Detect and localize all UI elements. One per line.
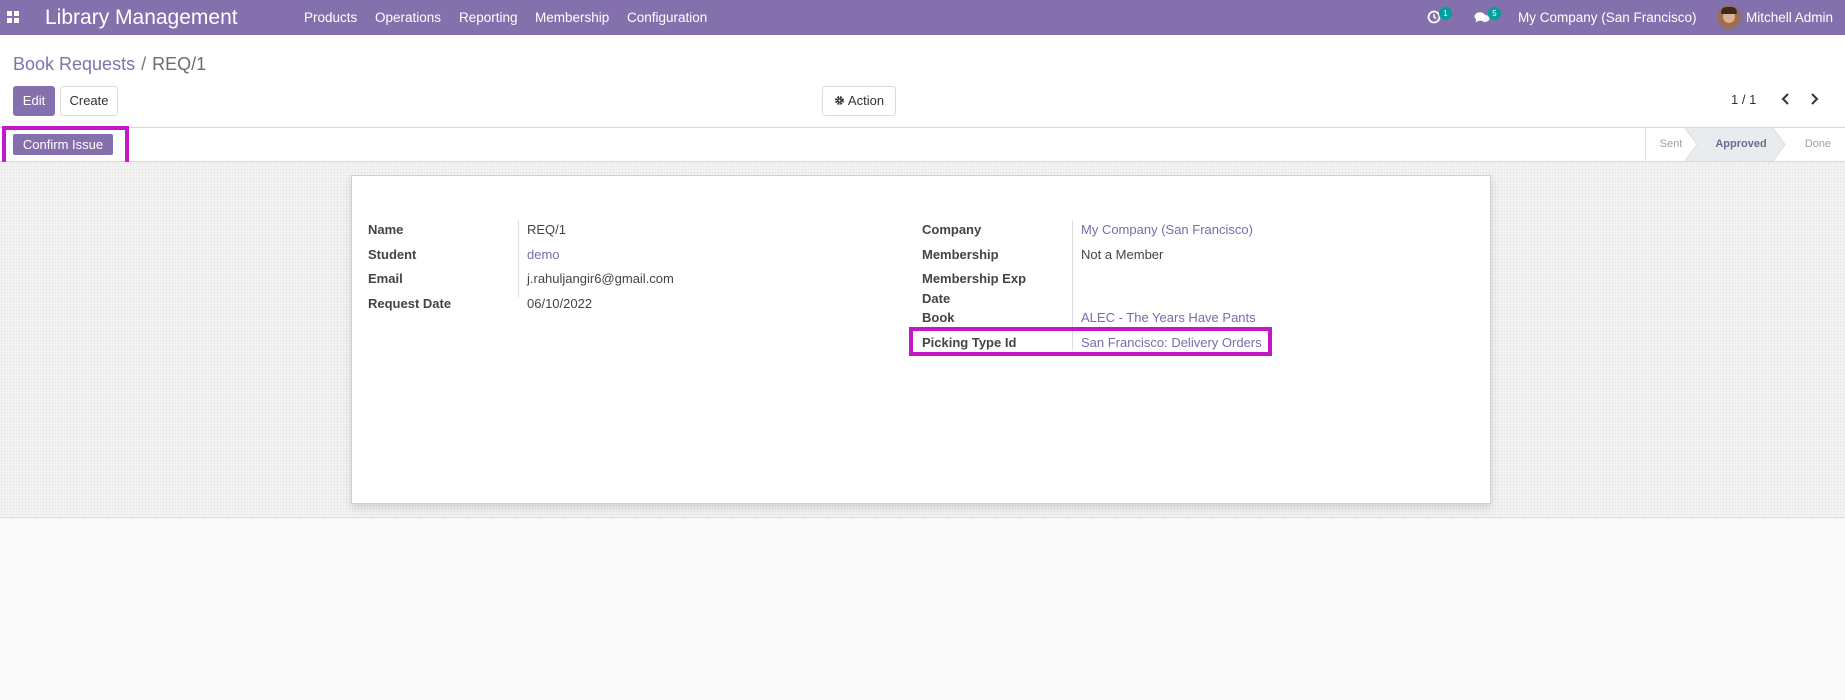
messages-button[interactable]: 5 [1474, 7, 1504, 27]
chevron-left-icon[interactable] [1778, 90, 1794, 108]
company-link[interactable]: My Company (San Francisco) [1081, 222, 1253, 237]
form-statusbar: Confirm Issue Sent Approved Done [0, 127, 1845, 162]
name-label: Name [368, 222, 404, 237]
company-switcher[interactable]: My Company (San Francisco) [1518, 10, 1697, 25]
book-link[interactable]: ALEC - The Years Have Pants [1081, 310, 1256, 325]
breadcrumb: Book Requests / REQ/1 [13, 54, 206, 75]
request-date-value: 06/10/2022 [527, 296, 593, 311]
membership-label: Membership [922, 247, 999, 262]
activity-button[interactable]: 1 [1426, 7, 1456, 27]
breadcrumb-separator: / [141, 54, 147, 74]
membership-exp-label-line1: Membership Exp [922, 271, 1027, 286]
breadcrumb-current: REQ/1 [152, 54, 207, 74]
activity-count-badge: 1 [1439, 7, 1452, 20]
picking-type-highlight-box [909, 327, 1272, 356]
student-link[interactable]: demo [527, 247, 560, 262]
stage-approved[interactable]: Approved [1697, 128, 1785, 161]
menu-membership[interactable]: Membership [535, 10, 609, 25]
student-label: Student [368, 247, 417, 262]
user-menu[interactable]: Mitchell Admin [1746, 10, 1833, 25]
request-date-label: Request Date [368, 296, 452, 311]
breadcrumb-book-requests[interactable]: Book Requests [13, 54, 135, 74]
chevron-right-icon[interactable] [1806, 90, 1822, 108]
apps-menu-icon[interactable] [7, 11, 19, 23]
company-label: Company [922, 222, 982, 237]
left-group-divider [518, 220, 519, 297]
message-count-badge: 5 [1488, 7, 1501, 20]
menu-products[interactable]: Products [304, 10, 357, 25]
menu-reporting[interactable]: Reporting [459, 10, 518, 25]
gear-icon [835, 96, 844, 105]
name-value: REQ/1 [527, 222, 567, 237]
stage-indicator: Sent Approved Done [1645, 128, 1845, 161]
membership-value: Not a Member [1081, 247, 1164, 262]
control-panel: Book Requests / REQ/1 Edit Create Action 1… [0, 35, 1845, 127]
app-title: Library Management [45, 6, 238, 29]
action-dropdown[interactable]: Action [822, 86, 896, 116]
stage-done[interactable]: Done [1793, 128, 1843, 161]
email-value: j.rahuljangir6@gmail.com [527, 271, 674, 286]
edit-button[interactable]: Edit [13, 86, 55, 116]
user-avatar[interactable] [1717, 5, 1741, 29]
create-button[interactable]: Create [60, 86, 118, 116]
menu-operations[interactable]: Operations [375, 10, 441, 25]
email-label: Email [368, 271, 403, 286]
action-label: Action [847, 93, 885, 108]
top-navbar: Library Management Products Operations R… [0, 0, 1845, 35]
membership-exp-label-line2: Date [922, 291, 951, 306]
pager-value[interactable]: 1 / 1 [1731, 92, 1756, 107]
book-label: Book [922, 310, 955, 325]
menu-configuration[interactable]: Configuration [627, 10, 707, 25]
